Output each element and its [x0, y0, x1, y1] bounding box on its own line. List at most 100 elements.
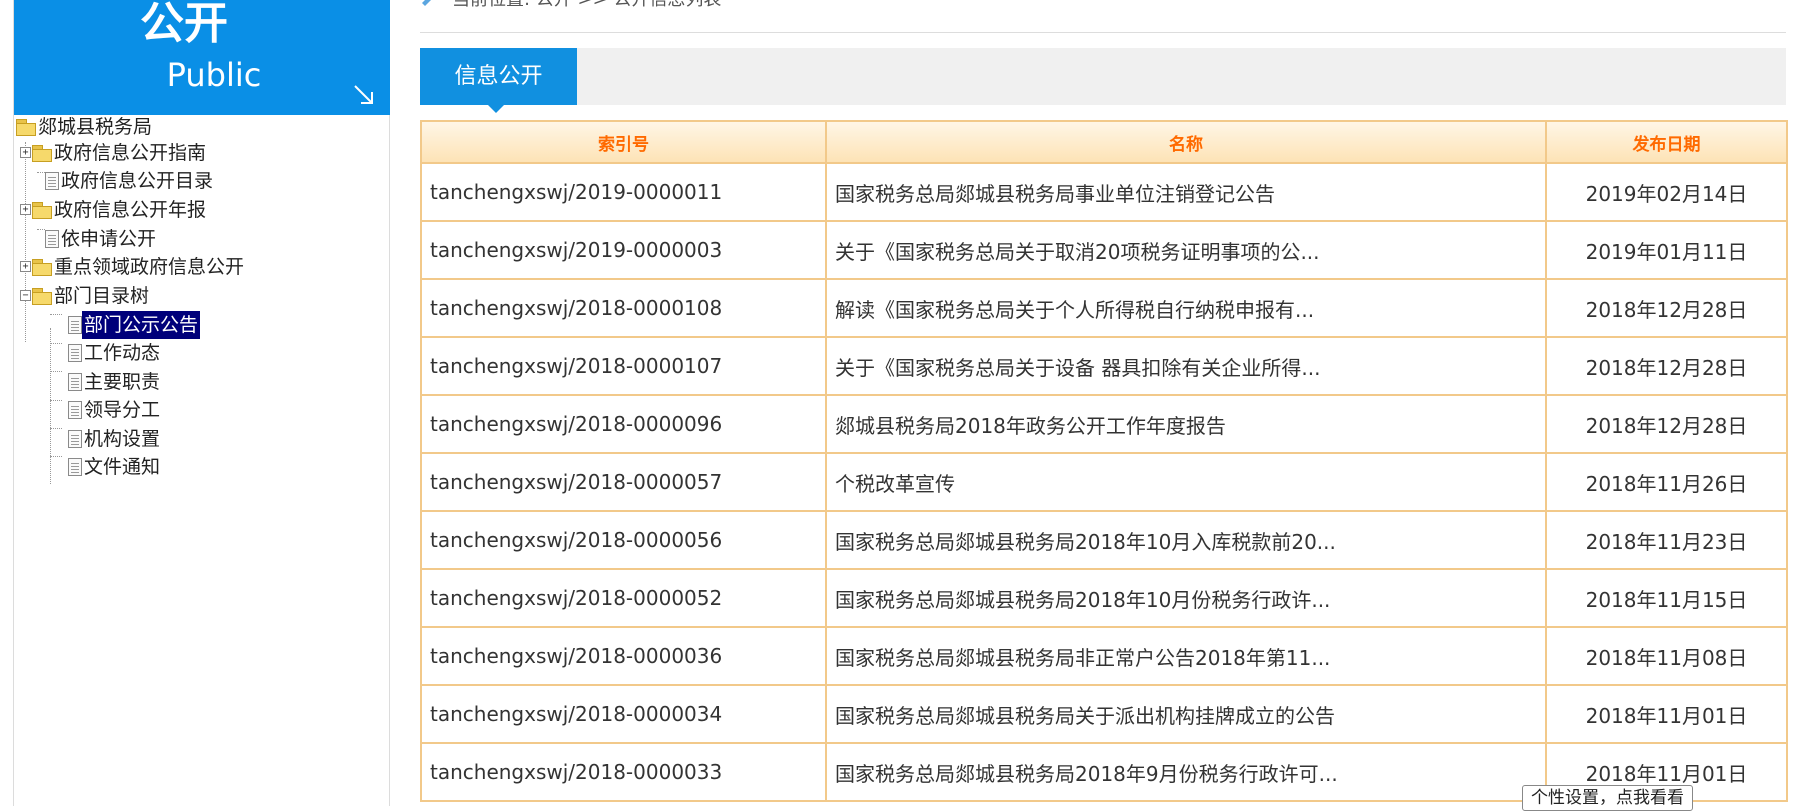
tree-item-department-tree[interactable]: − 部门目录树: [20, 281, 151, 309]
expand-icon[interactable]: +: [20, 204, 31, 215]
tree-root[interactable]: 郯城县税务局: [16, 112, 154, 140]
expand-icon[interactable]: +: [20, 147, 31, 158]
index-cell: tanchengxswj/2019-0000011: [420, 162, 827, 222]
index-cell: tanchengxswj/2018-0000057: [420, 452, 827, 512]
title-link[interactable]: 国家税务总局郯城县税务局事业单位注销登记公告: [835, 182, 1275, 206]
tree-item-label: 文件通知: [84, 455, 161, 478]
table-row: tanchengxswj/2019-0000011 国家税务总局郯城县税务局事业…: [420, 162, 1788, 222]
index-cell: tanchengxswj/2018-0000107: [420, 336, 827, 396]
tab-bar: 信息公开: [420, 48, 1786, 113]
tree-item-guide[interactable]: + 政府信息公开指南: [20, 138, 208, 166]
table-row: tanchengxswj/2018-0000107 关于《国家税务总局关于设备 …: [420, 336, 1788, 396]
tree-item-on-request[interactable]: 依申请公开: [45, 224, 158, 252]
breadcrumb: 当前位置: 公开 >> 公开信息列表: [420, 0, 721, 12]
title-link[interactable]: 国家税务总局郯城县税务局关于派出机构挂牌成立的公告: [835, 704, 1335, 728]
tree-item-label: 领导分工: [84, 398, 161, 421]
table-row: tanchengxswj/2018-0000096 郯城县税务局2018年政务公…: [420, 394, 1788, 454]
tree-item-label: 部门公示公告: [82, 310, 201, 339]
tree-item-label: 政府信息公开目录: [61, 169, 214, 192]
table-row: tanchengxswj/2018-0000057 个税改革宣传 2018年11…: [420, 452, 1788, 512]
arrow-down-right-icon[interactable]: [352, 83, 376, 107]
tree-item-catalog[interactable]: 政府信息公开目录: [45, 166, 215, 194]
document-icon: [45, 171, 59, 190]
location-icon: [422, 0, 431, 6]
date-cell: 2018年11月26日: [1545, 452, 1788, 512]
title-link[interactable]: 关于《国家税务总局关于取消20项税务证明事项的公...: [835, 240, 1320, 264]
date-cell: 2018年12月28日: [1545, 278, 1788, 338]
title-link[interactable]: 个税改革宣传: [835, 472, 955, 496]
document-icon: [68, 400, 82, 419]
tree-item-label: 工作动态: [84, 341, 161, 364]
tree-item-key-areas[interactable]: + 重点领域政府信息公开: [20, 252, 246, 280]
date-cell: 2018年11月08日: [1545, 626, 1788, 686]
title-cell: 解读《国家税务总局关于个人所得税自行纳税申报有...: [825, 278, 1547, 338]
tree-item-label: 主要职责: [84, 370, 161, 393]
left-panel: 公开 Public 郯城县税务局 + 政府信息公开指南 政府信息公开目录 + 政府信…: [13, 0, 390, 806]
tree-item-notices[interactable]: 文件通知: [68, 452, 162, 480]
document-icon: [68, 372, 82, 391]
expand-icon[interactable]: +: [20, 261, 31, 272]
document-icon: [45, 229, 59, 248]
title-cell: 国家税务总局郯城县税务局2018年9月份税务行政许可...: [825, 742, 1547, 802]
date-cell: 2018年11月01日: [1545, 684, 1788, 744]
table-row: tanchengxswj/2019-0000003 关于《国家税务总局关于取消2…: [420, 220, 1788, 280]
index-cell: tanchengxswj/2018-0000056: [420, 510, 827, 570]
document-icon: [68, 315, 82, 334]
title-link[interactable]: 国家税务总局郯城县税务局2018年9月份税务行政许可...: [835, 762, 1338, 786]
tree-item-label: 依申请公开: [61, 227, 157, 250]
index-cell: tanchengxswj/2018-0000036: [420, 626, 827, 686]
index-cell: tanchengxswj/2018-0000096: [420, 394, 827, 454]
index-cell: tanchengxswj/2018-0000033: [420, 742, 827, 802]
title-cell: 国家税务总局郯城县税务局2018年10月份税务行政许...: [825, 568, 1547, 628]
tree-item-duties[interactable]: 主要职责: [68, 367, 162, 395]
folder-icon: [32, 287, 52, 305]
tree-item-label: 机构设置: [84, 427, 161, 450]
date-cell: 2019年02月14日: [1545, 162, 1788, 222]
table-header-row: 索引号 名称 发布日期: [420, 120, 1788, 164]
folder-icon: [16, 118, 36, 136]
collapse-icon[interactable]: −: [20, 290, 31, 301]
tree-item-organization[interactable]: 机构设置: [68, 424, 162, 452]
tree-item-label: 政府信息公开年报: [54, 198, 207, 221]
title-link[interactable]: 关于《国家税务总局关于设备 器具扣除有关企业所得...: [835, 356, 1320, 380]
breadcrumb-text: 当前位置: 公开 >> 公开信息列表: [452, 0, 721, 10]
title-cell: 个税改革宣传: [825, 452, 1547, 512]
tree-item-label: 政府信息公开指南: [54, 141, 207, 164]
title-link[interactable]: 郯城县税务局2018年政务公开工作年度报告: [835, 414, 1226, 438]
tree-item-annual-report[interactable]: + 政府信息公开年报: [20, 195, 208, 223]
tree-root-label: 郯城县税务局: [38, 115, 153, 138]
table-row: tanchengxswj/2018-0000108 解读《国家税务总局关于个人所…: [420, 278, 1788, 338]
date-cell: 2018年11月23日: [1545, 510, 1788, 570]
date-cell: 2018年11月15日: [1545, 568, 1788, 628]
banner-title-cn: 公开: [140, 0, 228, 49]
title-link[interactable]: 解读《国家税务总局关于个人所得税自行纳税申报有...: [835, 298, 1314, 322]
document-icon: [68, 343, 82, 362]
tree-item-work-news[interactable]: 工作动态: [68, 338, 162, 366]
title-cell: 国家税务总局郯城县税务局关于派出机构挂牌成立的公告: [825, 684, 1547, 744]
tree-item-leadership[interactable]: 领导分工: [68, 395, 162, 423]
folder-icon: [32, 201, 52, 219]
info-table: 索引号 名称 发布日期 tanchengxswj/2019-0000011 国家…: [420, 120, 1788, 802]
title-link[interactable]: 国家税务总局郯城县税务局2018年10月份税务行政许...: [835, 588, 1330, 612]
title-cell: 国家税务总局郯城县税务局2018年10月入库税款前20...: [825, 510, 1547, 570]
index-cell: tanchengxswj/2019-0000003: [420, 220, 827, 280]
banner-title-en: Public: [166, 56, 262, 94]
table-row: tanchengxswj/2018-0000034 国家税务总局郯城县税务局关于…: [420, 684, 1788, 744]
folder-icon: [32, 258, 52, 276]
tree-item-label: 部门目录树: [54, 284, 150, 307]
title-link[interactable]: 国家税务总局郯城县税务局2018年10月入库税款前20...: [835, 530, 1336, 554]
table-row: tanchengxswj/2018-0000052 国家税务总局郯城县税务局20…: [420, 568, 1788, 628]
divider: [420, 32, 1786, 33]
personalize-tooltip[interactable]: 个性设置，点我看看: [1522, 785, 1693, 811]
column-header-name: 名称: [825, 120, 1547, 164]
title-link[interactable]: 国家税务总局郯城县税务局非正常户公告2018年第11...: [835, 646, 1330, 670]
date-cell: 2018年12月28日: [1545, 336, 1788, 396]
date-cell: 2018年12月28日: [1545, 394, 1788, 454]
index-cell: tanchengxswj/2018-0000034: [420, 684, 827, 744]
tree-item-label: 重点领域政府信息公开: [54, 255, 245, 278]
column-header-date: 发布日期: [1545, 120, 1788, 164]
tab-info-public[interactable]: 信息公开: [420, 48, 577, 113]
tree-item-announcements[interactable]: 部门公示公告: [68, 310, 201, 339]
index-cell: tanchengxswj/2018-0000108: [420, 278, 827, 338]
title-cell: 国家税务总局郯城县税务局事业单位注销登记公告: [825, 162, 1547, 222]
